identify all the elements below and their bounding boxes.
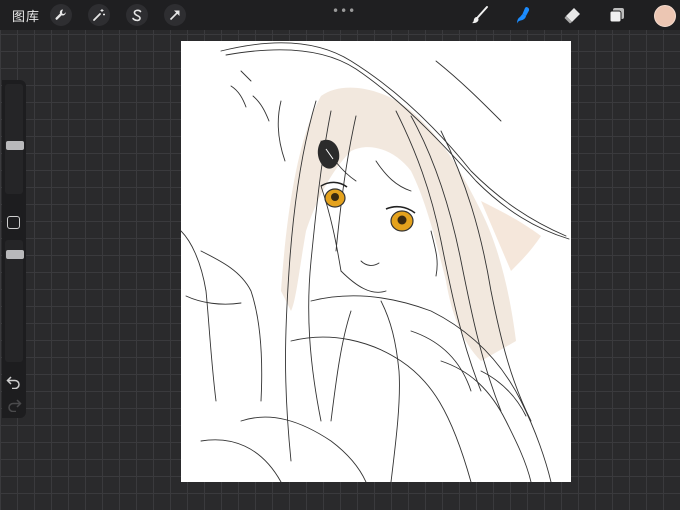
opacity-handle[interactable] [6, 250, 24, 259]
modify-button[interactable] [7, 216, 20, 229]
eraser-icon[interactable] [561, 4, 583, 26]
layers-icon[interactable] [606, 4, 628, 26]
more-options-icon[interactable]: ••• [332, 4, 356, 18]
brush-size-handle[interactable] [6, 141, 24, 150]
drawing-canvas[interactable] [181, 41, 571, 482]
magic-wand-icon[interactable] [88, 4, 110, 26]
color-swatch[interactable] [654, 5, 676, 27]
redo-icon[interactable] [6, 398, 22, 412]
left-sidebar [2, 80, 26, 418]
gallery-button[interactable]: 图库 [12, 6, 40, 25]
smudge-icon[interactable] [512, 4, 534, 26]
top-toolbar: 图库 ••• [0, 0, 680, 30]
selection-icon[interactable] [126, 4, 148, 26]
undo-icon[interactable] [6, 375, 22, 389]
transform-arrow-icon[interactable] [164, 4, 186, 26]
brush-size-slider[interactable] [5, 84, 24, 194]
sketch-artwork [181, 42, 570, 482]
brush-icon[interactable] [469, 4, 491, 26]
opacity-slider[interactable] [5, 240, 24, 362]
wrench-icon[interactable] [50, 4, 72, 26]
